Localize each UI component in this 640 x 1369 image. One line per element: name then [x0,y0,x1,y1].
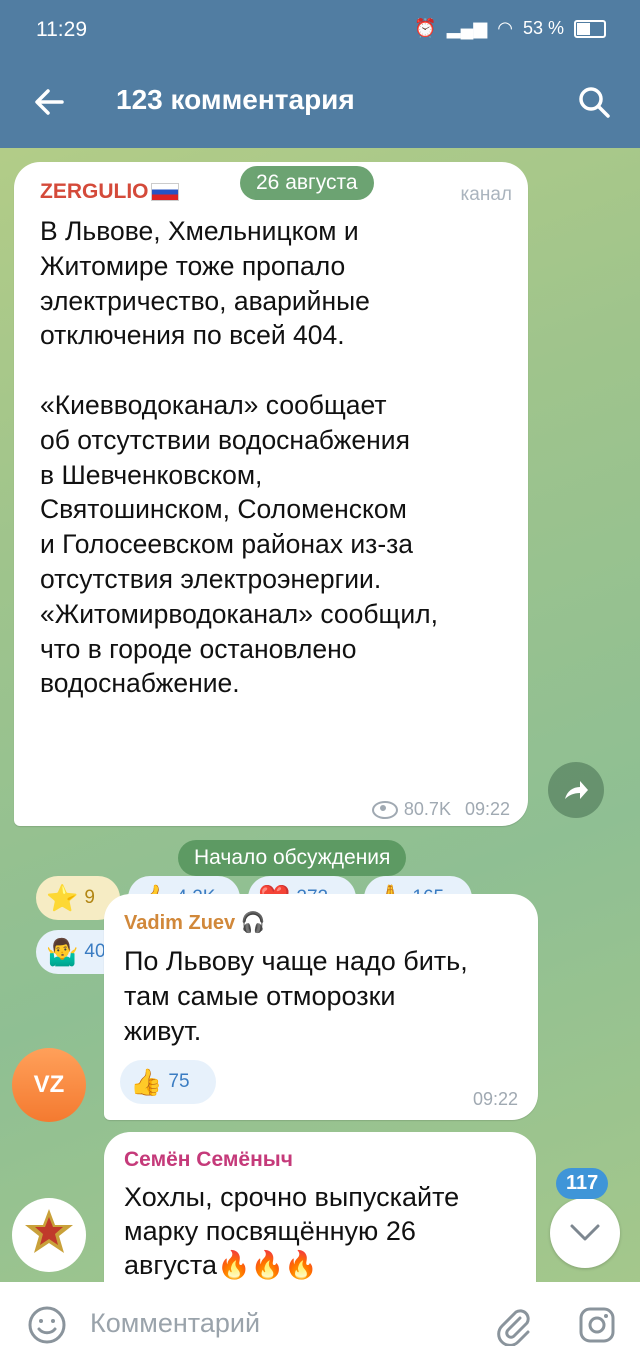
text-line: отключения по всей 404. [40,320,345,351]
post-kind-label: канал [460,184,512,205]
comment: Vadim Zuev 🎧 По Львову чаще надо бить, та… [104,894,538,1120]
text-line: августа🔥🔥🔥 [124,1250,318,1280]
discussion-start-label: Начало обсуждения [178,840,407,876]
channel-post: ZERGULIO канал В Львове, Хмельницком и Жи… [14,162,528,974]
shrug-icon: 🤷‍♂️ [46,936,79,967]
comment-author-name[interactable]: Семён Семёныч [124,1148,293,1172]
text-line: марку посвящённую 26 [124,1216,416,1246]
text-line: об отсутствии водоснабжения [40,424,410,455]
status-icons: ⏰ ▂▄▆ ◠ 53 % [414,18,606,39]
text-line: «Киевводоканал» сообщает [40,389,387,420]
text-line: отсутствия электроэнергии. [40,563,382,594]
headphones-emoji-icon: 🎧 [240,912,266,934]
scroll-down-button[interactable] [550,1198,620,1268]
wifi-icon: ◠ [497,18,513,38]
text-line: «Житомирводоканал» сообщил, [40,598,438,629]
signal-icon: ▂▄▆ [446,18,488,38]
reaction-count: 40 [84,941,106,962]
status-bar: 11:29 ⏰ ▂▄▆ ◠ 53 % [0,0,640,62]
text-line: там самые отморозки [124,981,396,1011]
comment-input[interactable]: Комментарий [90,1308,260,1339]
text-line: что в городе остановлено [40,633,357,664]
text-line [40,353,520,388]
post-author-name: ZERGULIO [40,180,149,203]
page-title: 123 комментария [116,84,355,115]
reaction-count: 9 [84,887,95,908]
alarm-icon: ⏰ [414,18,437,38]
text-line: Хохлы, срочно выпускайте [124,1182,460,1212]
text-line: Святошинском, Соломенском [40,494,407,525]
chevron-down-icon [570,1224,600,1241]
back-arrow-icon[interactable] [30,82,70,122]
comment-composer: Комментарий [0,1282,640,1369]
camera-icon[interactable] [576,1304,618,1346]
avatar[interactable] [12,1198,86,1272]
comment-time: 09:22 [472,1089,518,1109]
text-line: и Голосеевском районах из-за [40,529,414,560]
reaction-thumbs-up[interactable]: 👍 75 [120,1060,216,1104]
text-line: По Львову чаще надо бить, [124,946,468,976]
post-text: В Львове, Хмельницком и Житомире тоже про… [40,214,520,701]
comment-author-name: Vadim Zuev [124,912,236,934]
comment-text: Хохлы, срочно выпускайте марку посвящённу… [124,1180,524,1282]
emoji-icon[interactable] [26,1304,68,1346]
avatar[interactable]: VZ [12,1048,86,1122]
battery-fill [577,22,590,35]
text-line: живут. [124,1016,202,1046]
post-time: 09:22 [464,799,510,819]
star-icon: ⭐ [46,882,79,913]
post-author[interactable]: ZERGULIO [40,180,179,204]
views-icon [371,800,398,819]
attach-icon[interactable] [492,1304,534,1346]
reaction-count: 75 [168,1071,190,1092]
badge-emblem-icon [25,1209,73,1253]
app-bar: 123 комментария [0,62,640,148]
text-line: В Львове, Хмельницком и [40,216,359,246]
share-button[interactable] [548,762,604,818]
text-line: электричество, аварийные [40,285,370,316]
post-views: 80.7K [403,799,451,819]
comment-text: По Львову чаще надо бить, там самые отмор… [124,944,524,1049]
post-meta: 80.7K 09:22 [371,799,510,820]
text-line: Житомире тоже пропало [40,250,346,281]
search-icon[interactable] [574,82,614,122]
date-pill: 26 августа [240,166,374,200]
share-arrow-icon [565,781,588,799]
battery-icon [574,19,606,38]
comment-author[interactable]: Vadim Zuev 🎧 [124,910,266,935]
text-line: в Шевченковском, [40,459,263,490]
thumbs-up-icon: 👍 [130,1066,163,1097]
text-line: водоснабжение. [40,668,240,699]
battery-text: 53 % [522,18,564,38]
russia-flag-icon [150,183,179,202]
unread-count-badge: 117 [556,1168,609,1199]
status-time: 11:29 [36,18,87,41]
